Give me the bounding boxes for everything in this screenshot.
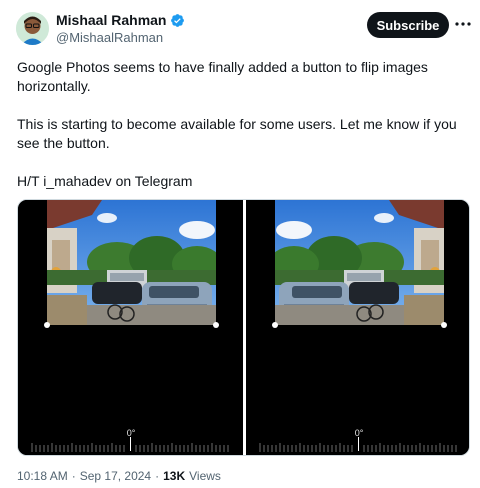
verified-badge-icon bbox=[170, 13, 185, 28]
rotation-angle-label: 0° bbox=[126, 428, 136, 438]
photo-preview-flipped bbox=[275, 200, 444, 325]
tweet-paragraph: H/T i_mahadev on Telegram bbox=[17, 173, 193, 189]
crop-handle[interactable] bbox=[213, 322, 219, 328]
avatar-image bbox=[16, 12, 49, 45]
tweet-paragraph: This is starting to become available for… bbox=[17, 116, 457, 151]
media-image-right[interactable]: 0° bbox=[246, 200, 469, 455]
avatar[interactable] bbox=[16, 12, 49, 45]
meta-separator: · bbox=[71, 469, 76, 483]
tweet-time[interactable]: 10:18 AM bbox=[17, 469, 68, 483]
tweet-media[interactable]: 0° 0° bbox=[17, 199, 470, 456]
tweet-meta: 10:18 AM · Sep 17, 2024 · 13K Views bbox=[17, 469, 221, 483]
rotation-indicator bbox=[358, 437, 359, 451]
media-image-left[interactable]: 0° bbox=[18, 200, 243, 455]
author-display-name[interactable]: Mishaal Rahman bbox=[56, 12, 166, 28]
rotation-indicator bbox=[130, 437, 131, 451]
crop-handle[interactable] bbox=[272, 322, 278, 328]
views-count[interactable]: 13K bbox=[163, 469, 185, 483]
subscribe-button[interactable]: Subscribe bbox=[367, 12, 449, 38]
photo-preview bbox=[47, 200, 216, 325]
crop-handle[interactable] bbox=[441, 322, 447, 328]
tweet: Mishaal Rahman @MishaalRahman Subscribe … bbox=[0, 0, 480, 488]
rotation-angle-label: 0° bbox=[354, 428, 364, 438]
tweet-date[interactable]: Sep 17, 2024 bbox=[80, 469, 151, 483]
views-label: Views bbox=[189, 469, 221, 483]
author-name-row: Mishaal Rahman bbox=[56, 12, 185, 28]
crop-handle[interactable] bbox=[44, 322, 50, 328]
author-handle[interactable]: @MishaalRahman bbox=[56, 30, 163, 45]
meta-separator: · bbox=[155, 469, 160, 483]
tweet-paragraph: Google Photos seems to have finally adde… bbox=[17, 59, 428, 94]
more-horizontal-icon[interactable] bbox=[455, 14, 471, 34]
